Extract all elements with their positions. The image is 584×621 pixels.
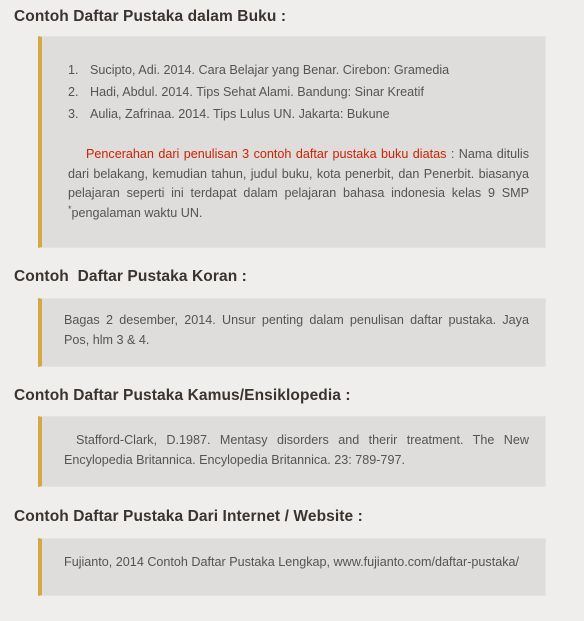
- dictionary-citation-text: Stafford-Clark, D.1987. Mentasy disorder…: [64, 433, 529, 467]
- website-citation-text: Fujianto, 2014 Contoh Daftar Pustaka Len…: [64, 555, 520, 569]
- list-item-number: 2.: [68, 85, 79, 99]
- explanation-note-highlight: Pencerahan dari penulisan 3 contoh dafta…: [86, 147, 447, 161]
- list-item: 3. Aulia, Zafrinaa. 2014. Tips Lulus UN.…: [68, 103, 529, 125]
- section-heading-website: Contoh Daftar Pustaka Dari Internet / We…: [14, 508, 363, 525]
- citation-box-newspaper-content: Bagas 2 desember, 2014. Unsur penting da…: [42, 299, 545, 366]
- citation-box-website-content: Fujianto, 2014 Contoh Daftar Pustaka Len…: [42, 539, 545, 595]
- list-item-text: Sucipto, Adi. 2014. Cara Belajar yang Be…: [90, 63, 450, 77]
- list-item-number: 1.: [68, 63, 79, 77]
- list-item-text: Aulia, Zafrinaa. 2014. Tips Lulus UN. Ja…: [90, 107, 390, 121]
- list-item-text: Hadi, Abdul. 2014. Tips Sehat Alami. Ban…: [90, 85, 424, 99]
- citation-box-website: Fujianto, 2014 Contoh Daftar Pustaka Len…: [38, 538, 546, 596]
- list-item-number: 3.: [68, 107, 79, 121]
- explanation-note: Pencerahan dari penulisan 3 contoh dafta…: [68, 145, 529, 223]
- list-item: 2. Hadi, Abdul. 2014. Tips Sehat Alami. …: [68, 81, 529, 103]
- citation-box-books: 1. Sucipto, Adi. 2014. Cara Belajar yang…: [38, 36, 546, 248]
- section-heading-newspaper: Contoh Daftar Pustaka Koran :: [14, 268, 247, 285]
- footnote-text: pengalaman waktu UN.: [71, 205, 203, 220]
- page-title: Contoh Daftar Pustaka dalam Buku :: [14, 8, 287, 25]
- newspaper-citation-text: Bagas 2 desember, 2014. Unsur penting da…: [64, 313, 529, 347]
- citation-box-dictionary: Stafford-Clark, D.1987. Mentasy disorder…: [38, 416, 546, 487]
- citation-box-books-content: 1. Sucipto, Adi. 2014. Cara Belajar yang…: [42, 37, 545, 247]
- book-citation-list: 1. Sucipto, Adi. 2014. Cara Belajar yang…: [68, 59, 529, 125]
- citation-box-newspaper: Bagas 2 desember, 2014. Unsur penting da…: [38, 298, 546, 367]
- list-item: 1. Sucipto, Adi. 2014. Cara Belajar yang…: [68, 59, 529, 81]
- section-heading-dictionary: Contoh Daftar Pustaka Kamus/Ensiklopedia…: [14, 387, 351, 404]
- explanation-note-wrapper: Pencerahan dari penulisan 3 contoh dafta…: [68, 145, 529, 223]
- citation-box-dictionary-content: Stafford-Clark, D.1987. Mentasy disorder…: [42, 417, 545, 486]
- article-page: Contoh Daftar Pustaka dalam Buku : 1. Su…: [0, 0, 584, 621]
